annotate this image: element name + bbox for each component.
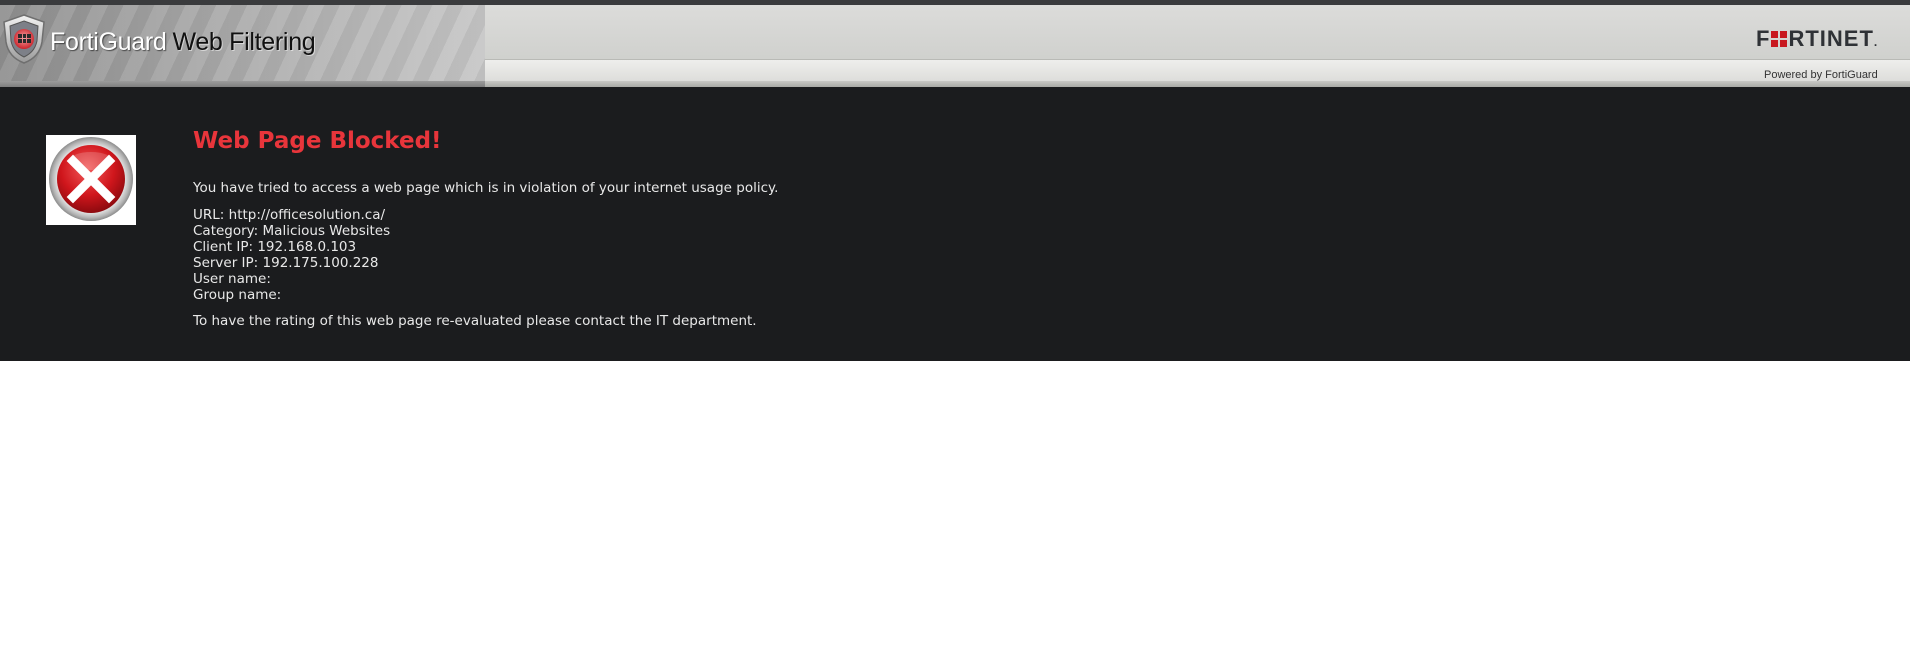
fortiguard-header: FortiGuard Web Filtering F RTINET. Powered… [0,5,1910,87]
detail-url: URL: http://officesolution.ca/ [193,207,778,223]
product-title: FortiGuard Web Filtering [50,27,316,57]
fortinet-o-mark-icon [1771,31,1788,47]
detail-url-label: URL: [193,207,225,223]
fortinet-logo: F RTINET. [1756,27,1878,54]
detail-category: Category: Malicious Websites [193,223,778,239]
error-x-graphic [49,137,133,221]
detail-client-ip: Client IP: 192.168.0.103 [193,239,778,255]
fortinet-logo-prefix: F [1756,26,1771,51]
brand-name: FortiGuard [50,28,167,56]
detail-server-ip-label: Server IP: [193,255,259,271]
detail-server-ip: Server IP: 192.175.100.228 [193,255,778,271]
page-title: Web Page Blocked! [193,128,442,154]
detail-group-name: Group name: [193,287,778,303]
detail-user-name-label: User name: [193,271,271,287]
detail-category-value: Malicious Websites [262,223,391,239]
fortiguard-shield-icon [3,14,45,64]
detail-category-label: Category: [193,223,259,239]
fortinet-logo-suffix: RTINET [1788,26,1874,51]
block-message-panel: Web Page Blocked! You have tried to acce… [0,87,1910,361]
detail-client-ip-value: 192.168.0.103 [257,239,357,255]
detail-client-ip-label: Client IP: [193,239,254,255]
violation-intro: You have tried to access a web page whic… [193,180,779,196]
detail-group-name-label: Group name: [193,287,282,303]
request-details: URL: http://officesolution.ca/ Category:… [193,207,778,303]
error-x-icon [46,135,136,225]
powered-by-label: Powered by FortiGuard [1764,69,1878,81]
detail-server-ip-value: 192.175.100.228 [262,255,379,271]
detail-user-name: User name: [193,271,778,287]
block-message: Web Page Blocked! You have tried to acce… [193,127,778,330]
product-name: Web Filtering [172,28,316,56]
detail-url-value: http://officesolution.ca/ [228,207,386,223]
re-evaluation-note: To have the rating of this web page re-e… [193,313,757,329]
fortinet-logo-trademark: . [1873,35,1879,49]
